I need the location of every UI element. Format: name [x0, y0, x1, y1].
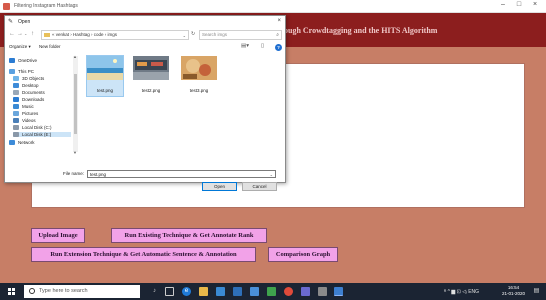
nav-item-music[interactable]: Music [13, 104, 34, 109]
edge-browser-icon[interactable]: e [182, 287, 191, 296]
taskbar-search-input[interactable]: Type here to search [24, 285, 140, 298]
chevron-down-icon[interactable]: ⌄ [183, 33, 186, 38]
desktop-icon [13, 83, 19, 88]
nav-item-local-disk-e[interactable]: Local Disk (E:) [13, 132, 71, 137]
address-bar[interactable]: « venkat › Hashtag › code › imgs ⌄ [41, 30, 189, 40]
refresh-icon[interactable]: ↻ [191, 31, 195, 37]
file-item-test3[interactable]: test3.png [181, 56, 217, 93]
recent-dropdown-icon[interactable]: ⌄ [24, 31, 27, 36]
cancel-button[interactable]: Cancel [242, 182, 277, 191]
media-player-icon[interactable] [301, 287, 310, 296]
task-view-icon[interactable] [165, 287, 174, 296]
dialog-close-button[interactable]: × [277, 18, 281, 24]
download-icon [13, 97, 19, 102]
scroll-down-icon[interactable]: ▼ [73, 150, 77, 155]
file-item-test2[interactable]: test2.png [133, 56, 169, 93]
forward-arrow-icon[interactable]: → [17, 31, 23, 37]
python-icon[interactable] [250, 287, 259, 296]
document-icon [13, 90, 19, 95]
nav-item-3d-objects[interactable]: 3D Objects [13, 76, 44, 81]
up-arrow-icon[interactable]: ↑ [31, 31, 34, 37]
comparison-graph-button[interactable]: Comparison Graph [268, 247, 338, 262]
folder-icon [44, 32, 50, 37]
file-name-input[interactable]: test.png ⌄ [87, 170, 276, 178]
file-name: test3.png [189, 88, 209, 93]
nav-item-network[interactable]: Network [9, 140, 35, 145]
help-icon[interactable]: ? [275, 44, 282, 51]
nav-scrollbar-thumb[interactable] [74, 74, 77, 134]
open-file-dialog: ✎ Open × ← → ⌄ ↑ « venkat › Hashtag › co… [4, 15, 286, 191]
file-item-test[interactable]: test.png [86, 55, 124, 97]
store-icon[interactable] [216, 287, 225, 296]
cube-icon [13, 76, 19, 81]
file-name: test2.png [141, 88, 161, 93]
back-arrow-icon[interactable]: ← [9, 31, 15, 37]
clock-date: 21-01-2020 [502, 291, 526, 296]
nav-item-local-disk-c[interactable]: Local Disk (C:) [13, 125, 52, 130]
new-folder-button[interactable]: New folder [39, 44, 61, 49]
mail-icon[interactable] [233, 287, 242, 296]
cloud-icon [9, 58, 15, 63]
run-extension-technique-button[interactable]: Run Extension Technique & Get Automatic … [31, 247, 256, 262]
dialog-title: Open [18, 19, 31, 25]
app-titlebar: Filtering Instagram Hashtags – □ × [0, 0, 546, 13]
file-name: test.png [96, 88, 113, 93]
dialog-toolbar: Organize ▾ New folder ▤▾ ▯ ? [5, 43, 285, 53]
windows-start-icon[interactable] [8, 288, 15, 295]
app-feather-icon [3, 3, 10, 10]
run-existing-technique-button[interactable]: Run Existing Technique & Get Annotate Ra… [111, 228, 267, 243]
banner-title: ough Crowdtagging and the HITS Algorithm [284, 26, 438, 35]
minimize-button[interactable]: – [496, 1, 510, 8]
picture-icon [13, 111, 19, 116]
feather-icon: ✎ [8, 19, 14, 25]
breadcrumb: « venkat › Hashtag › code › imgs [52, 32, 118, 37]
maximize-button[interactable]: □ [512, 1, 526, 8]
python-app-active-icon[interactable] [334, 287, 343, 296]
nav-item-desktop[interactable]: Desktop [13, 83, 39, 88]
drive-icon [13, 132, 19, 137]
search-icon [29, 288, 35, 294]
network-icon [9, 140, 15, 145]
microphone-icon[interactable]: ♪ [150, 287, 159, 296]
drive-icon [13, 125, 19, 130]
open-button[interactable]: Open [202, 182, 237, 191]
chevron-down-icon[interactable]: ⌄ [270, 171, 273, 178]
address-row: ← → ⌄ ↑ « venkat › Hashtag › code › imgs… [5, 29, 285, 41]
organize-menu[interactable]: Organize ▾ [9, 44, 31, 50]
view-options-icon[interactable]: ▤▾ [241, 43, 249, 49]
search-icon: ⌕ [276, 32, 279, 38]
nav-item-documents[interactable]: Documents [13, 90, 45, 95]
navigation-pane: OneDrive This PC 3D Objects Desktop Docu… [5, 54, 79, 154]
app-title: Filtering Instagram Hashtags [14, 3, 78, 9]
computer-icon [9, 69, 15, 74]
nav-item-downloads[interactable]: Downloads [13, 97, 44, 102]
notifications-icon[interactable]: ▤ [532, 287, 541, 296]
notepad-icon[interactable] [318, 287, 327, 296]
spreadsheet-icon[interactable] [267, 287, 276, 296]
search-placeholder: Search imgs [202, 32, 228, 37]
taskbar: Type here to search ♪ e ᴿ ^ ▆ ⊡ ◁ᵢ ENG 1… [0, 283, 546, 300]
food-thumbnail [181, 56, 217, 80]
nav-item-pictures[interactable]: Pictures [13, 111, 38, 116]
scroll-up-icon[interactable]: ▲ [73, 54, 77, 59]
file-explorer-icon[interactable] [199, 287, 208, 296]
beach-thumbnail [87, 56, 123, 80]
street-thumbnail [133, 56, 169, 80]
preview-pane-icon[interactable]: ▯ [261, 43, 264, 49]
search-input[interactable]: Search imgs ⌕ [199, 30, 282, 40]
nav-item-onedrive[interactable]: OneDrive [9, 58, 37, 63]
video-icon [13, 118, 19, 123]
music-icon [13, 104, 19, 109]
upload-image-button[interactable]: Upload Image [31, 228, 85, 243]
clock[interactable]: 16:54 21-01-2020 [502, 285, 525, 297]
nav-item-this-pc[interactable]: This PC [9, 69, 34, 74]
file-name-value: test.png [90, 172, 107, 177]
dialog-titlebar: ✎ Open × [5, 16, 285, 28]
chrome-browser-icon[interactable] [284, 287, 293, 296]
nav-item-videos[interactable]: Videos [13, 118, 36, 123]
system-tray[interactable]: ᴿ ^ ▆ ⊡ ◁ᵢ ENG [444, 289, 479, 295]
close-button[interactable]: × [528, 1, 542, 8]
taskbar-search-placeholder: Type here to search [39, 288, 88, 294]
file-name-label: File name: [63, 171, 85, 176]
